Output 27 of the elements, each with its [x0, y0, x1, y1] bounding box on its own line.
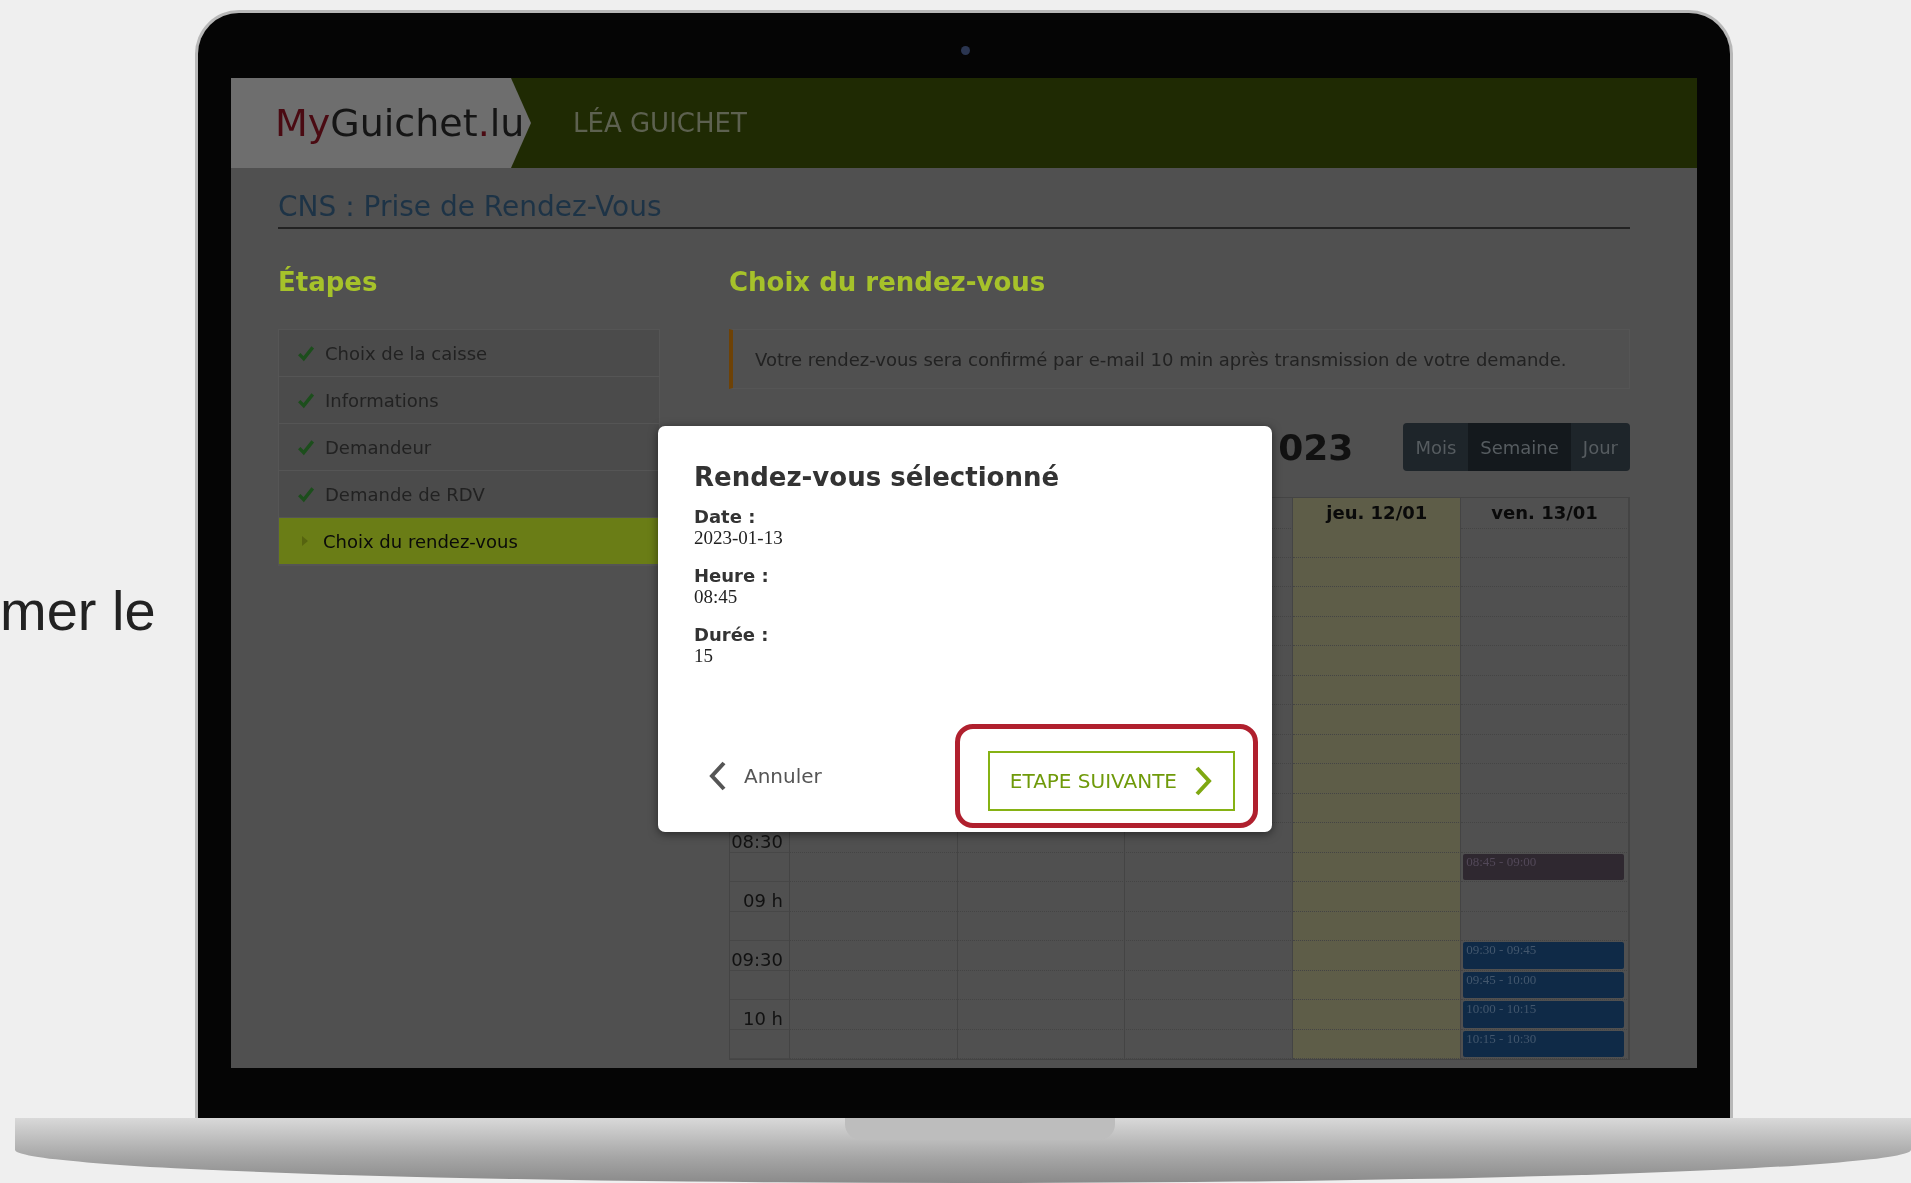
field-value: 15 [694, 645, 714, 667]
time-label: 08:30 [731, 830, 783, 852]
dialog-title: Rendez-vous sélectionné [694, 462, 1061, 492]
time-label: 10 h [742, 1007, 783, 1029]
field-value: 08:45 [694, 586, 739, 608]
field-label: Durée : [694, 624, 770, 645]
user-name: LÉA GUICHET [573, 108, 747, 138]
view-tab[interactable]: Semaine [1468, 423, 1571, 471]
steps-heading: Étapes [278, 267, 379, 299]
view-tab[interactable]: Mois [1403, 423, 1469, 471]
calendar-title: 023 [1278, 426, 1354, 468]
day-header: ven. 13/01 [1461, 498, 1629, 529]
chevron-left-icon [708, 759, 728, 793]
view-tab[interactable]: Jour [1570, 423, 1630, 471]
cancel-button[interactable]: Annuler [708, 759, 822, 793]
field-label: Heure : [694, 565, 770, 586]
time-label: 09 h [742, 889, 783, 911]
chevron-right-icon [1193, 764, 1213, 798]
field-value: 2023-01-13 [694, 527, 784, 549]
field-label: Date : [694, 506, 757, 527]
camera-icon [961, 46, 970, 55]
section-heading: Choix du rendez-vous [729, 267, 1047, 299]
time-label: 09:30 [731, 948, 783, 970]
next-step-button[interactable]: ETAPE SUIVANTE [987, 751, 1235, 811]
day-header: jeu. 12/01 [1293, 498, 1462, 529]
caption-text: mer le [0, 579, 156, 642]
step-item[interactable]: Choix du rendez-vous [279, 518, 659, 565]
